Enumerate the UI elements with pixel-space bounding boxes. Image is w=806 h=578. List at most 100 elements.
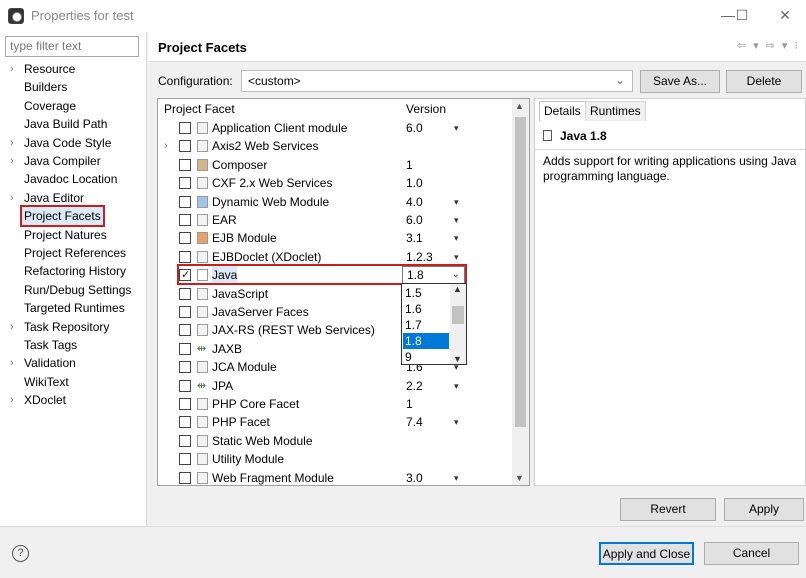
facet-checkbox[interactable] [179,434,191,447]
facet-row[interactable]: EAR 6.0 ▾ [158,211,514,229]
apply-and-close-button[interactable]: Apply and Close [599,542,694,565]
facet-checkbox[interactable] [179,379,191,392]
facet-version[interactable]: 6.0 [406,119,423,137]
facet-checkbox[interactable] [179,453,191,466]
facet-checkbox[interactable] [179,177,191,190]
apply-button[interactable]: Apply [724,498,804,521]
facet-version[interactable]: 3.0 [406,469,423,485]
chevron-right-icon[interactable]: › [164,137,168,155]
version-dropdown-icon[interactable]: ▾ [454,229,459,247]
facet-checkbox[interactable] [179,471,191,484]
chevron-right-icon[interactable]: › [10,391,14,409]
help-icon[interactable]: ? [12,545,29,562]
version-dropdown-icon[interactable]: ▾ [454,119,459,137]
tree-item[interactable]: Project Facets [0,205,147,228]
dropdown-scrollbar[interactable]: ▲ ▼ [450,284,466,364]
facet-row[interactable]: Application Client module 6.0 ▾ [158,119,514,137]
facet-checkbox[interactable] [179,361,191,374]
version-dropdown-icon[interactable]: ▾ [454,469,459,485]
scroll-up-icon[interactable]: ▲ [515,101,524,111]
chevron-right-icon[interactable]: › [10,354,14,372]
facet-row[interactable]: Composer 1 [158,156,514,174]
scroll-down-icon[interactable]: ▼ [515,473,524,483]
facet-row[interactable]: › Axis2 Web Services [158,137,514,155]
java-version-select[interactable]: 1.8 ⌄ [402,266,465,285]
java-version-option[interactable]: 1.6 [403,301,449,317]
tree-item[interactable]: Task Tags [0,336,147,354]
filter-input[interactable]: type filter text [5,36,139,57]
facet-checkbox[interactable] [179,214,191,226]
facet-row[interactable]: CXF 2.x Web Services 1.0 [158,174,514,192]
chevron-right-icon[interactable]: › [10,134,14,152]
tree-item[interactable]: › Task Repository [0,318,147,336]
tab-details[interactable]: Details [539,101,586,121]
facet-row[interactable]: Utility Module [158,450,514,468]
tree-item[interactable]: Project Natures [0,226,147,244]
chevron-right-icon[interactable]: › [10,318,14,336]
revert-button[interactable]: Revert [620,498,716,521]
tree-item[interactable]: Run/Debug Settings [0,281,147,299]
facet-checkbox[interactable] [179,158,191,171]
tree-item[interactable]: Refactoring History [0,262,147,280]
configuration-combo[interactable]: <custom> ⌄ [241,70,633,92]
facet-checkbox[interactable] [179,250,191,263]
save-as-button[interactable]: Save As... [640,70,720,93]
facet-checkbox[interactable] [179,232,191,245]
version-dropdown-icon[interactable]: ▾ [454,413,459,431]
tree-item[interactable]: › Java Compiler [0,152,147,170]
version-dropdown-icon[interactable]: ▾ [454,211,459,229]
facet-row[interactable]: PHP Facet 7.4 ▾ [158,413,514,431]
tree-item[interactable]: Coverage [0,97,147,115]
cancel-button[interactable]: Cancel [704,542,799,565]
facet-version[interactable]: 4.0 [406,193,423,211]
facet-version[interactable]: 6.0 [406,211,423,229]
facet-row[interactable]: EJB Module 3.1 ▾ [158,229,514,247]
tree-item[interactable]: Project References [0,244,147,262]
version-dropdown-icon[interactable]: ▾ [454,193,459,211]
tree-item[interactable]: › Resource [0,60,147,78]
chevron-right-icon[interactable]: › [10,60,14,78]
tree-item[interactable]: Targeted Runtimes [0,299,147,317]
dropdown-scroll-down-icon[interactable]: ▼ [453,354,462,364]
column-header-version[interactable]: Version [406,99,446,119]
facet-version[interactable]: 2.2 [406,377,423,395]
scroll-thumb[interactable] [515,117,526,427]
facet-checkbox[interactable] [179,287,191,300]
tree-item[interactable]: WikiText [0,373,147,391]
dropdown-scroll-up-icon[interactable]: ▲ [453,284,462,294]
facet-row[interactable]: Static Web Module [158,432,514,450]
version-dropdown-icon[interactable]: ▾ [454,248,459,266]
tree-item[interactable]: Builders [0,78,147,96]
tree-item[interactable]: Java Build Path [0,115,147,133]
facet-checkbox[interactable] [179,122,191,134]
java-version-option[interactable]: 1.5 [403,285,449,301]
facet-scrollbar[interactable]: ▲ ▼ [512,99,529,485]
tree-item[interactable]: › Java Code Style [0,134,147,152]
facet-checkbox[interactable] [179,195,191,208]
nav-arrows-icon[interactable]: ⇦ ▾ ⇨ ▾ ⁝ [737,39,800,52]
facet-row[interactable]: PHP Core Facet 1 [158,395,514,413]
version-dropdown-icon[interactable]: ▾ [454,377,459,395]
dropdown-scroll-thumb[interactable] [452,306,464,324]
facet-checkbox[interactable] [179,342,191,355]
facet-row[interactable]: ⇹ JPA 2.2 ▾ [158,377,514,395]
java-version-option[interactable]: 9 [403,349,449,365]
tree-item[interactable]: › XDoclet [0,391,147,409]
close-button[interactable]: ✕ [773,4,797,26]
facet-checkbox[interactable] [179,416,191,429]
facet-version[interactable]: 3.1 [406,229,423,247]
java-version-option[interactable]: 1.8 [403,333,449,349]
facet-row[interactable]: Dynamic Web Module 4.0 ▾ [158,193,514,211]
chevron-right-icon[interactable]: › [10,189,14,207]
facet-version[interactable]: 7.4 [406,413,423,431]
chevron-right-icon[interactable]: › [10,152,14,170]
facet-row[interactable]: Web Fragment Module 3.0 ▾ [158,469,514,485]
tree-item[interactable]: › Validation [0,354,147,372]
facet-checkbox[interactable] [179,324,191,337]
java-version-option[interactable]: 1.7 [403,317,449,333]
tree-item[interactable]: Javadoc Location [0,170,147,188]
facet-checkbox[interactable] [179,140,191,153]
tab-runtimes[interactable]: Runtimes [585,101,646,121]
column-header-facet[interactable]: Project Facet [164,99,235,119]
tree-item[interactable]: › Java Editor [0,189,147,207]
